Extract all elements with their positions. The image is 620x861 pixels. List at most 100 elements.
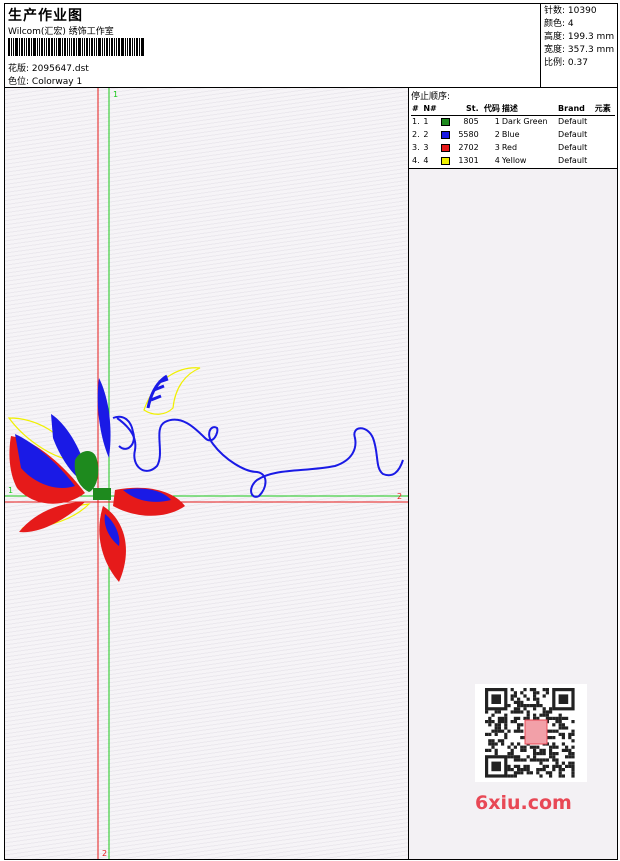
stop-sequence-panel: 停止顺序: # N# St. 代码 描述 Brand 元素 1. 1 805 1 Dar…	[409, 88, 617, 169]
barcode-bar	[139, 38, 140, 56]
watermark-logo: 6xiu.com	[475, 792, 572, 814]
table-row[interactable]: 2. 2 5580 2 Blue Default	[411, 128, 615, 141]
barcode	[8, 38, 146, 56]
barcode-bar	[69, 38, 70, 56]
row-index: 4.	[412, 156, 420, 165]
barcode-bar	[51, 38, 53, 56]
row-brand: Default	[558, 156, 588, 165]
barcode-bar	[13, 38, 14, 56]
page-title: 生产作业图	[8, 8, 83, 24]
barcode-bar	[129, 38, 131, 56]
color-swatch	[441, 156, 451, 165]
row-description: Dark Green	[501, 117, 548, 127]
row-code: 1	[494, 117, 500, 127]
barcode-bar	[104, 38, 105, 56]
barcode-bar	[41, 38, 43, 56]
barcode-bar	[24, 38, 25, 56]
barcode-bar	[44, 38, 45, 56]
row-brand: Default	[558, 130, 588, 139]
barcode-bar	[21, 38, 23, 56]
barcode-bar	[111, 38, 113, 56]
row-brand: Default	[558, 143, 588, 152]
table-row[interactable]: 3. 3 2702 3 Red Default	[411, 141, 615, 154]
row-swatch	[440, 128, 453, 141]
row-code: 2	[494, 130, 500, 139]
col-stitches: St.	[453, 103, 480, 116]
stat-height: 高度: 199.3 mm	[544, 32, 615, 42]
stat-width: 宽度: 357.3 mm	[544, 45, 615, 55]
design-canvas[interactable]: 1 2 1 2	[5, 88, 409, 859]
barcode-bar	[33, 38, 36, 56]
row-element	[594, 115, 615, 128]
barcode-bar	[37, 38, 38, 56]
barcode-bar	[136, 38, 138, 56]
barcode-bar	[73, 38, 75, 56]
row-description: Yellow	[501, 156, 527, 165]
barcode-bar	[76, 38, 77, 56]
worksheet-frame: 生产作业图 Wilcom(汇宏) 绣饰工作室 花版: 2095647.dst 色…	[4, 3, 618, 860]
table-header-row: # N# St. 代码 描述 Brand 元素	[411, 103, 615, 116]
design-value: 2095647.dst	[31, 64, 89, 74]
table-row[interactable]: 1. 1 805 1 Dark Green Default	[411, 115, 615, 128]
side-panel: 停止顺序: # N# St. 代码 描述 Brand 元素 1. 1 805 1 Dar…	[409, 88, 617, 859]
barcode-bar	[132, 38, 133, 56]
row-element	[594, 141, 615, 154]
studio-name: Wilcom(汇宏) 绣饰工作室	[8, 27, 114, 37]
stat-scale: 比例: 0.37	[544, 58, 588, 68]
barcode-bar	[67, 38, 68, 56]
color-swatch	[441, 117, 451, 126]
barcode-bar	[71, 38, 72, 56]
row-needle: 1	[423, 117, 429, 127]
barcode-bar	[109, 38, 110, 56]
row-needle: 4	[423, 156, 429, 165]
qr-code	[475, 684, 587, 782]
color-swatch	[441, 130, 451, 139]
embroidery-preview: 1 2 1 2	[5, 88, 408, 859]
barcode-bar	[118, 38, 120, 56]
row-description: Red	[501, 143, 518, 152]
barcode-bar	[31, 38, 32, 56]
row-element	[594, 154, 615, 167]
row-code: 3	[494, 143, 500, 152]
barcode-bar	[8, 38, 10, 56]
barcode-bar	[84, 38, 85, 56]
petal-lowerleft-red	[19, 502, 85, 533]
barcode-bar	[82, 38, 83, 56]
stat-stitches: 针数: 10390	[544, 6, 597, 16]
colorway-value: Colorway 1	[31, 77, 83, 87]
stop-sequence-title: 停止顺序:	[411, 92, 451, 102]
design-label: 花版:	[8, 64, 30, 74]
barcode-bar	[64, 38, 66, 56]
row-index: 3.	[412, 143, 420, 152]
petal-bottom-red	[99, 506, 126, 582]
design-stats: 针数: 10390 颜色: 4 高度: 199.3 mm 宽度: 357.3 m…	[540, 4, 617, 88]
barcode-bar	[96, 38, 97, 56]
axis-label-h-left: 1	[8, 486, 13, 495]
barcode-bar	[91, 38, 93, 56]
row-element	[594, 128, 615, 141]
barcode-bar	[134, 38, 135, 56]
axis-label-h-right: 2	[397, 492, 402, 501]
barcode-bar	[98, 38, 101, 56]
barcode-bar	[78, 38, 81, 56]
barcode-bar	[11, 38, 12, 56]
barcode-bar	[28, 38, 30, 56]
axis-label-v-top: 1	[113, 90, 118, 99]
barcode-bar	[94, 38, 95, 56]
row-stitches: 805	[463, 117, 479, 127]
col-color-swatch	[440, 103, 454, 116]
row-swatch	[440, 154, 453, 167]
barcode-bar	[141, 38, 144, 56]
barcode-bar	[125, 38, 126, 56]
row-stitches: 2702	[458, 143, 479, 152]
worksheet-header: 生产作业图 Wilcom(汇宏) 绣饰工作室 花版: 2095647.dst 色…	[5, 4, 617, 88]
table-row[interactable]: 4. 4 1301 4 Yellow Default	[411, 154, 615, 167]
barcode-bar	[106, 38, 108, 56]
row-index: 2.	[412, 130, 420, 139]
row-brand: Default	[558, 117, 588, 127]
col-index: #	[411, 103, 423, 116]
axis-label-v-bottom: 2	[102, 849, 107, 858]
col-needle: N#	[422, 103, 441, 116]
row-needle: 3	[423, 143, 429, 152]
barcode-bar	[121, 38, 124, 56]
